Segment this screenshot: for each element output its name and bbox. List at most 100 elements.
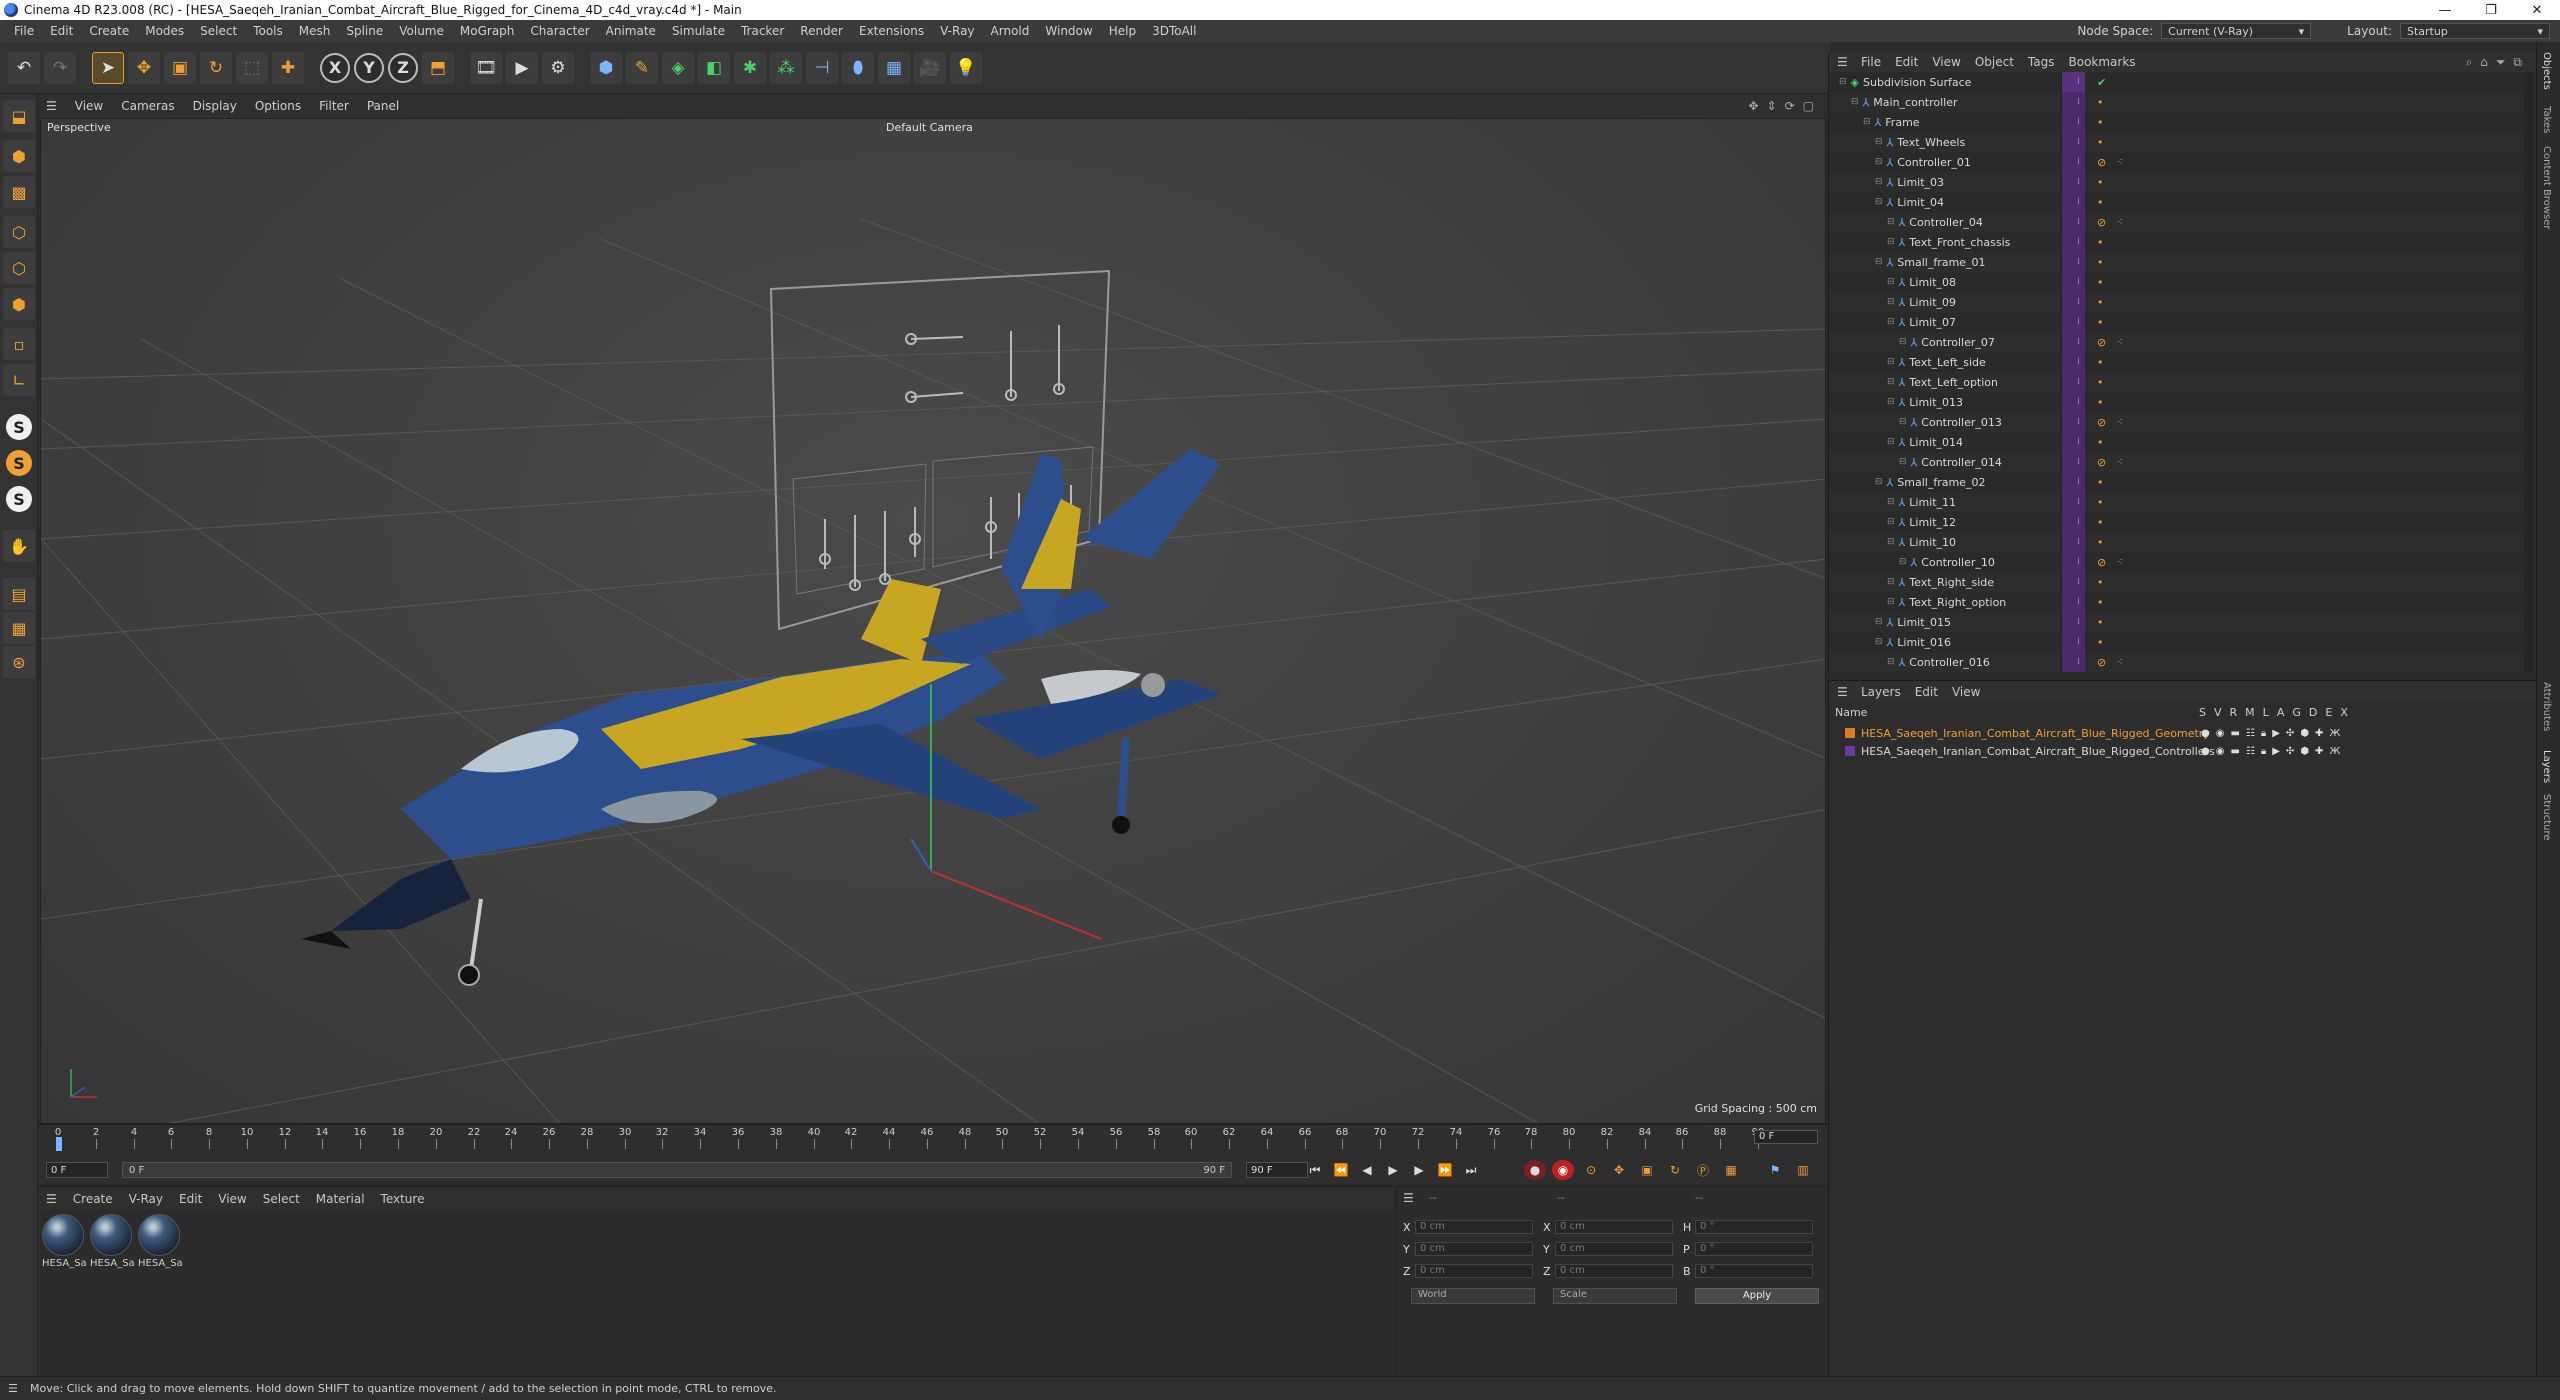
material-menu-edit[interactable]: Edit: [179, 1192, 202, 1206]
layer-toggles[interactable]: ● ◉ ▬ ☷ 🔒︎ ▶ ✣ ⬢ ✚ Ж: [2201, 746, 2340, 757]
tag-dot-icon[interactable]: •: [2097, 196, 2104, 209]
menu-select[interactable]: Select: [192, 24, 245, 38]
menu-mograph[interactable]: MoGraph: [452, 24, 523, 38]
menu-simulate[interactable]: Simulate: [664, 24, 733, 38]
object-name[interactable]: Limit_04: [1897, 196, 1944, 209]
object-row[interactable]: ⊟ ⅄ Controller_07 ⁞ ⊘ ⁖: [1829, 332, 2527, 352]
object-entry[interactable]: ⊟ ⅄ Controller_016: [1887, 656, 1990, 669]
pen-spline-icon[interactable]: ✎: [626, 51, 658, 84]
visibility-dots-icon[interactable]: ⁞: [2077, 257, 2080, 267]
layer-color-cell[interactable]: [2061, 472, 2085, 492]
material-swatch[interactable]: HESA_Sa: [138, 1214, 183, 1274]
manager-toggle-icon[interactable]: ☷: [2246, 728, 2255, 739]
layer-color-cell[interactable]: [2061, 172, 2085, 192]
apply-button[interactable]: Apply: [1695, 1288, 1819, 1304]
object-row[interactable]: ⊟ ◈ Subdivision Surface ⁞ ✔: [1829, 72, 2527, 92]
material-menu-material[interactable]: Material: [316, 1192, 365, 1206]
expand-toggle-icon[interactable]: ⊟: [1887, 317, 1895, 327]
object-name[interactable]: Controller_04: [1909, 216, 1983, 229]
viewport-menu-view[interactable]: View: [75, 99, 103, 113]
expand-toggle-icon[interactable]: ⊟: [1839, 77, 1847, 87]
tag-dot-icon[interactable]: •: [2097, 256, 2104, 269]
cloner-icon[interactable]: ✱: [734, 51, 766, 84]
object-manager-scrollbar[interactable]: [2524, 72, 2534, 672]
object-name[interactable]: Text_Wheels: [1897, 136, 1965, 149]
object-entry[interactable]: ⊟ ⅄ Limit_015: [1875, 616, 1951, 629]
coordinate-system-icon[interactable]: ⬒: [422, 51, 454, 84]
object-name[interactable]: Limit_07: [1909, 316, 1956, 329]
expand-toggle-icon[interactable]: ⊟: [1899, 457, 1907, 467]
layer-color-cell[interactable]: [2061, 272, 2085, 292]
tab-structure[interactable]: Structure: [2541, 794, 2552, 841]
workplane-icon[interactable]: ▤: [3, 578, 35, 610]
expand-toggle-icon[interactable]: ⊟: [1887, 577, 1895, 587]
pan-icon[interactable]: ✥: [1748, 99, 1758, 113]
object-row[interactable]: ⊟ ⅄ Text_Left_side ⁞ •: [1829, 352, 2527, 372]
tab-content-browser[interactable]: Content Browser: [2541, 146, 2552, 229]
solo-toggle-icon[interactable]: ●: [2201, 746, 2210, 757]
tag-dot-icon[interactable]: •: [2097, 616, 2104, 629]
object-row[interactable]: ⊟ ⅄ Limit_04 ⁞ •: [1829, 192, 2527, 212]
menu-modes[interactable]: Modes: [137, 24, 192, 38]
object-entry[interactable]: ⊟ ⅄ Limit_016: [1875, 636, 1951, 649]
visibility-dots-icon[interactable]: ⁞: [2077, 457, 2080, 467]
visibility-dots-icon[interactable]: ⁞: [2077, 97, 2080, 107]
object-entry[interactable]: ⊟ ⅄ Limit_03: [1875, 176, 1944, 189]
record-icon[interactable]: ●: [1524, 1160, 1546, 1180]
protection-tag-icon[interactable]: ⁖: [2117, 557, 2123, 568]
protection-tag-icon[interactable]: ⁖: [2117, 337, 2123, 348]
layer-color-cell[interactable]: [2061, 592, 2085, 612]
tab-takes[interactable]: Takes: [2541, 106, 2552, 133]
visibility-dots-icon[interactable]: ⁞: [2077, 477, 2080, 487]
auto-key-icon[interactable]: ◉: [1552, 1160, 1574, 1180]
object-name[interactable]: Controller_014: [1921, 456, 2002, 469]
menu-animate[interactable]: Animate: [598, 24, 664, 38]
visibility-dots-icon[interactable]: ⁞: [2077, 77, 2080, 87]
key-pla-icon[interactable]: ▦: [1720, 1160, 1742, 1180]
layer-color-cell[interactable]: [2061, 552, 2085, 572]
home-icon[interactable]: ⌂: [2480, 55, 2488, 70]
tag-dot-icon[interactable]: •: [2097, 536, 2104, 549]
protection-tag-icon[interactable]: ⁖: [2117, 657, 2123, 668]
object-entry[interactable]: ⊟ ⅄ Frame: [1863, 116, 1920, 129]
visibility-dots-icon[interactable]: ⁞: [2077, 177, 2080, 187]
deformer-toggle-icon[interactable]: ⬢: [2300, 728, 2309, 739]
rotate-tool-icon[interactable]: ↻: [200, 51, 232, 84]
expand-toggle-icon[interactable]: ⊟: [1887, 377, 1895, 387]
layer-color-cell[interactable]: [2061, 632, 2085, 652]
manager-toggle-icon[interactable]: ☷: [2246, 746, 2255, 757]
tag-dot-icon[interactable]: •: [2097, 516, 2104, 529]
object-name[interactable]: Controller_016: [1909, 656, 1990, 669]
minimize-icon[interactable]: —: [2422, 0, 2468, 20]
subdivision-generator-icon[interactable]: ◈: [662, 51, 694, 84]
xref-toggle-icon[interactable]: Ж: [2329, 728, 2340, 739]
tab-attributes[interactable]: Attributes: [2541, 682, 2552, 731]
object-row[interactable]: ⊟ ⅄ Limit_11 ⁞ •: [1829, 492, 2527, 512]
object-name[interactable]: Limit_03: [1897, 176, 1944, 189]
protection-tag-icon[interactable]: ⁖: [2117, 417, 2123, 428]
size-x-field[interactable]: 0 cm: [1555, 1220, 1673, 1234]
quantize-icon[interactable]: ⊛: [3, 646, 35, 678]
visibility-dots-icon[interactable]: ⁞: [2077, 377, 2080, 387]
camera-object-icon[interactable]: 🎥: [914, 51, 946, 84]
coordinate-mode-select[interactable]: World: [1411, 1288, 1535, 1304]
object-row[interactable]: ⊟ ⅄ Text_Right_side ⁞ •: [1829, 572, 2527, 592]
object-name[interactable]: Small_frame_02: [1897, 476, 1985, 489]
3d-viewport[interactable]: Perspective Default Camera Grid Spacing …: [40, 118, 1826, 1124]
menu-character[interactable]: Character: [522, 24, 597, 38]
tag-dot-icon[interactable]: •: [2097, 636, 2104, 649]
light-object-icon[interactable]: 💡: [950, 51, 982, 84]
object-row[interactable]: ⊟ ⅄ Limit_013 ⁞ •: [1829, 392, 2527, 412]
layer-color-cell[interactable]: [2061, 132, 2085, 152]
polygon-mode-icon[interactable]: ⬢: [3, 288, 35, 320]
pos-z-field[interactable]: 0 cm: [1415, 1264, 1533, 1278]
maximize-view-icon[interactable]: ▢: [1803, 99, 1814, 113]
layer-color-cell[interactable]: [2061, 232, 2085, 252]
menu-mesh[interactable]: Mesh: [291, 24, 339, 38]
object-entry[interactable]: ⊟ ⅄ Text_Right_side: [1887, 576, 1994, 589]
expand-toggle-icon[interactable]: ⊟: [1887, 537, 1895, 547]
object-name[interactable]: Controller_10: [1921, 556, 1995, 569]
layer-color-cell[interactable]: [2061, 392, 2085, 412]
xpresso-tag-icon[interactable]: ⊘: [2097, 556, 2106, 569]
layer-color-cell[interactable]: [2061, 352, 2085, 372]
